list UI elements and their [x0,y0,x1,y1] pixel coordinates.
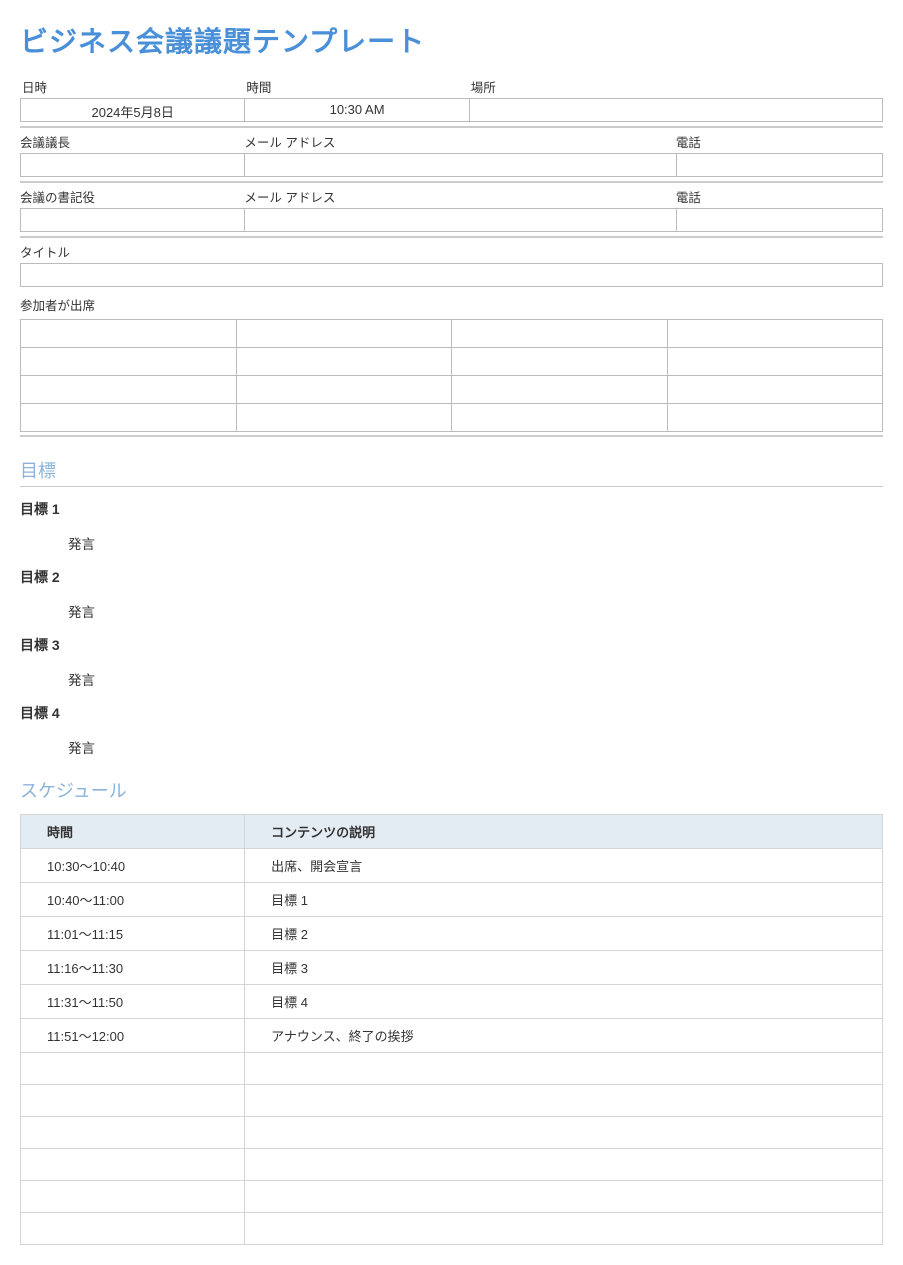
table-row: 11:01～11:15 目標 2 [21,917,883,951]
schedule-col-desc: コンテンツの説明 [245,815,883,849]
header-row-secretary: 会議の書記役 メール アドレス 電話 [20,185,883,232]
schedule-time[interactable]: 11:51～12:00 [21,1019,245,1053]
goals-heading: 目標 [20,457,883,487]
attendee-cell[interactable] [452,348,668,376]
schedule-desc[interactable]: 目標 4 [245,985,883,1019]
goal-3-title: 目標 3 [20,635,883,655]
schedule-desc[interactable]: 目標 2 [245,917,883,951]
chair-phone-field[interactable] [676,153,883,177]
schedule-time[interactable]: 11:31～11:50 [21,985,245,1019]
schedule-desc[interactable] [245,1149,883,1181]
chair-email-field[interactable] [244,153,676,177]
schedule-table: 時間 コンテンツの説明 10:30～10:40 出席、開会宣言 10:40～11… [20,814,883,1245]
chair-name-label: 会議議長 [20,130,244,153]
place-label: 場所 [469,75,883,98]
secretary-name-label: 会議の書記役 [20,185,244,208]
header-row-datetime: 日時 2024年5月8日 時間 10:30 AM 場所 [20,75,883,122]
attendee-cell[interactable] [236,348,452,376]
attendee-cell[interactable] [21,348,237,376]
schedule-desc[interactable]: アナウンス、終了の挨拶 [245,1019,883,1053]
table-row: 11:31～11:50 目標 4 [21,985,883,1019]
schedule-desc[interactable] [245,1213,883,1245]
goal-1-sub: 発言 [68,533,883,553]
attendee-cell[interactable] [667,376,883,404]
place-field[interactable] [469,98,883,122]
schedule-desc[interactable]: 目標 1 [245,883,883,917]
schedule-time[interactable] [21,1181,245,1213]
attendee-cell[interactable] [236,320,452,348]
secretary-phone-label: 電話 [676,185,883,208]
attendee-cell[interactable] [21,320,237,348]
goal-4-title: 目標 4 [20,703,883,723]
schedule-desc[interactable] [245,1085,883,1117]
table-row: 10:40～11:00 目標 1 [21,883,883,917]
chair-name-field[interactable] [20,153,244,177]
schedule-desc[interactable]: 目標 3 [245,951,883,985]
table-row [21,1181,883,1213]
schedule-desc[interactable] [245,1053,883,1085]
attendees-label: 参加者が出席 [20,293,883,316]
table-row: 11:51～12:00 アナウンス、終了の挨拶 [21,1019,883,1053]
title-label: タイトル [20,240,883,263]
chair-email-label: メール アドレス [244,130,676,153]
table-row [21,1149,883,1181]
attendee-cell[interactable] [452,376,668,404]
schedule-time[interactable] [21,1149,245,1181]
attendee-cell[interactable] [452,404,668,432]
secretary-phone-field[interactable] [676,208,883,232]
goals-list: 目標 1 発言 目標 2 発言 目標 3 発言 目標 4 発言 [20,499,883,757]
time-label: 時間 [244,75,468,98]
table-row: 11:16～11:30 目標 3 [21,951,883,985]
attendee-cell[interactable] [236,404,452,432]
schedule-desc[interactable] [245,1181,883,1213]
attendee-cell[interactable] [667,320,883,348]
schedule-time[interactable]: 11:01～11:15 [21,917,245,951]
schedule-time[interactable] [21,1117,245,1149]
page-title: ビジネス会議議題テンプレート [20,20,883,60]
schedule-time[interactable] [21,1053,245,1085]
schedule-time[interactable]: 10:40～11:00 [21,883,245,917]
table-row: 10:30～10:40 出席、開会宣言 [21,849,883,883]
schedule-time[interactable]: 11:16～11:30 [21,951,245,985]
attendee-cell[interactable] [667,348,883,376]
secretary-name-field[interactable] [20,208,244,232]
goal-4-sub: 発言 [68,737,883,757]
secretary-email-field[interactable] [244,208,676,232]
title-field[interactable] [20,263,883,287]
attendee-cell[interactable] [236,376,452,404]
schedule-heading: スケジュール [20,777,883,806]
chair-phone-label: 電話 [676,130,883,153]
table-row [21,1213,883,1245]
date-label: 日時 [20,75,244,98]
schedule-desc[interactable]: 出席、開会宣言 [245,849,883,883]
goal-3-sub: 発言 [68,669,883,689]
attendee-cell[interactable] [21,404,237,432]
table-row [21,1085,883,1117]
goal-2-sub: 発言 [68,601,883,621]
schedule-time[interactable] [21,1213,245,1245]
secretary-email-label: メール アドレス [244,185,676,208]
table-row [21,1117,883,1149]
attendee-cell[interactable] [21,376,237,404]
attendee-cell[interactable] [452,320,668,348]
table-row [21,1053,883,1085]
attendee-cell[interactable] [667,404,883,432]
time-field[interactable]: 10:30 AM [244,98,468,122]
header-row-title: タイトル [20,240,883,287]
schedule-col-time: 時間 [21,815,245,849]
goal-1-title: 目標 1 [20,499,883,519]
attendees-grid [20,319,883,432]
schedule-time[interactable] [21,1085,245,1117]
schedule-time[interactable]: 10:30～10:40 [21,849,245,883]
schedule-desc[interactable] [245,1117,883,1149]
header-row-chair: 会議議長 メール アドレス 電話 [20,130,883,177]
goal-2-title: 目標 2 [20,567,883,587]
date-field[interactable]: 2024年5月8日 [20,98,244,122]
